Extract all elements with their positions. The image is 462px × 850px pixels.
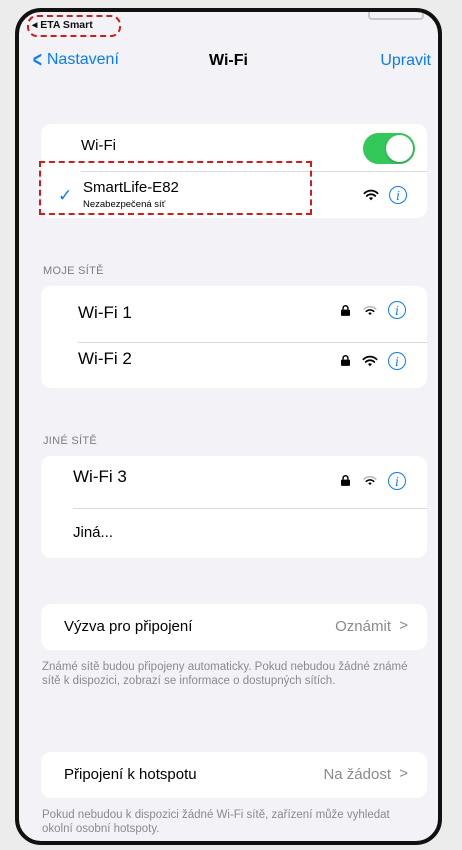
network-name: Wi-Fi 3 (73, 467, 127, 486)
phone-frame: ◂ ETA Smart < Nastavení Wi-Fi Upravit Wi… (15, 8, 442, 845)
other-network-row[interactable]: Jiná... (41, 508, 427, 558)
info-icon[interactable]: i (388, 301, 406, 319)
lock-icon (341, 305, 350, 316)
hotspot-value: Na žádost (323, 766, 391, 783)
wifi-signal-icon (363, 189, 379, 201)
ask-join-value: Oznámit (335, 618, 391, 635)
ask-join-label: Výzva pro připojení (64, 618, 193, 635)
wifi-signal-icon (362, 355, 378, 367)
ask-join-footer: Známé sítě budou připojeny automaticky. … (42, 661, 408, 687)
page-title: Wi-Fi (209, 52, 248, 69)
chevron-right-icon: > (399, 765, 408, 782)
other-networks-header: JINÉ SÍTĚ (43, 435, 98, 447)
navigation-bar: < Nastavení Wi-Fi Upravit (19, 49, 438, 76)
hotspot-footer: Pokud nebudou k dispozici žádné Wi-Fi sí… (42, 809, 390, 835)
wifi-signal-icon (363, 305, 377, 316)
info-icon[interactable]: i (388, 352, 406, 370)
network-row-wifi-1[interactable]: Wi-Fi 1 i (41, 286, 427, 336)
info-icon[interactable]: i (388, 472, 406, 490)
edit-button[interactable]: Upravit (380, 52, 431, 70)
chevron-right-icon: > (399, 617, 408, 634)
ask-join-group[interactable]: Výzva pro připojení Oznámit > (41, 604, 427, 650)
lock-icon (341, 475, 350, 486)
network-row-wifi-3[interactable]: Wi-Fi 3 i (41, 456, 427, 508)
hotspot-group[interactable]: Připojení k hotspotu Na žádost > (41, 752, 427, 798)
wifi-toggle[interactable] (363, 133, 415, 164)
info-icon[interactable]: i (389, 186, 407, 204)
wifi-signal-icon (363, 475, 377, 486)
my-networks-header: MOJE SÍTĚ (43, 265, 104, 277)
my-networks-group: Wi-Fi 1 i Wi-Fi 2 i (41, 286, 427, 388)
network-name: Wi-Fi 2 (78, 349, 132, 368)
other-network-label: Jiná... (73, 524, 114, 541)
network-row-wifi-2[interactable]: Wi-Fi 2 i (41, 342, 427, 388)
lock-icon (341, 355, 350, 366)
hotspot-label: Připojení k hotspotu (64, 766, 197, 783)
highlight-connected-network (39, 161, 312, 215)
wifi-toggle-label: Wi-Fi (81, 137, 116, 154)
network-name: Wi-Fi 1 (78, 303, 132, 322)
toggle-knob (386, 135, 413, 162)
status-indicators (368, 12, 424, 20)
other-networks-group: Wi-Fi 3 i Jiná... (41, 456, 427, 558)
back-to-app-link[interactable]: ◂ ETA Smart (32, 19, 93, 31)
